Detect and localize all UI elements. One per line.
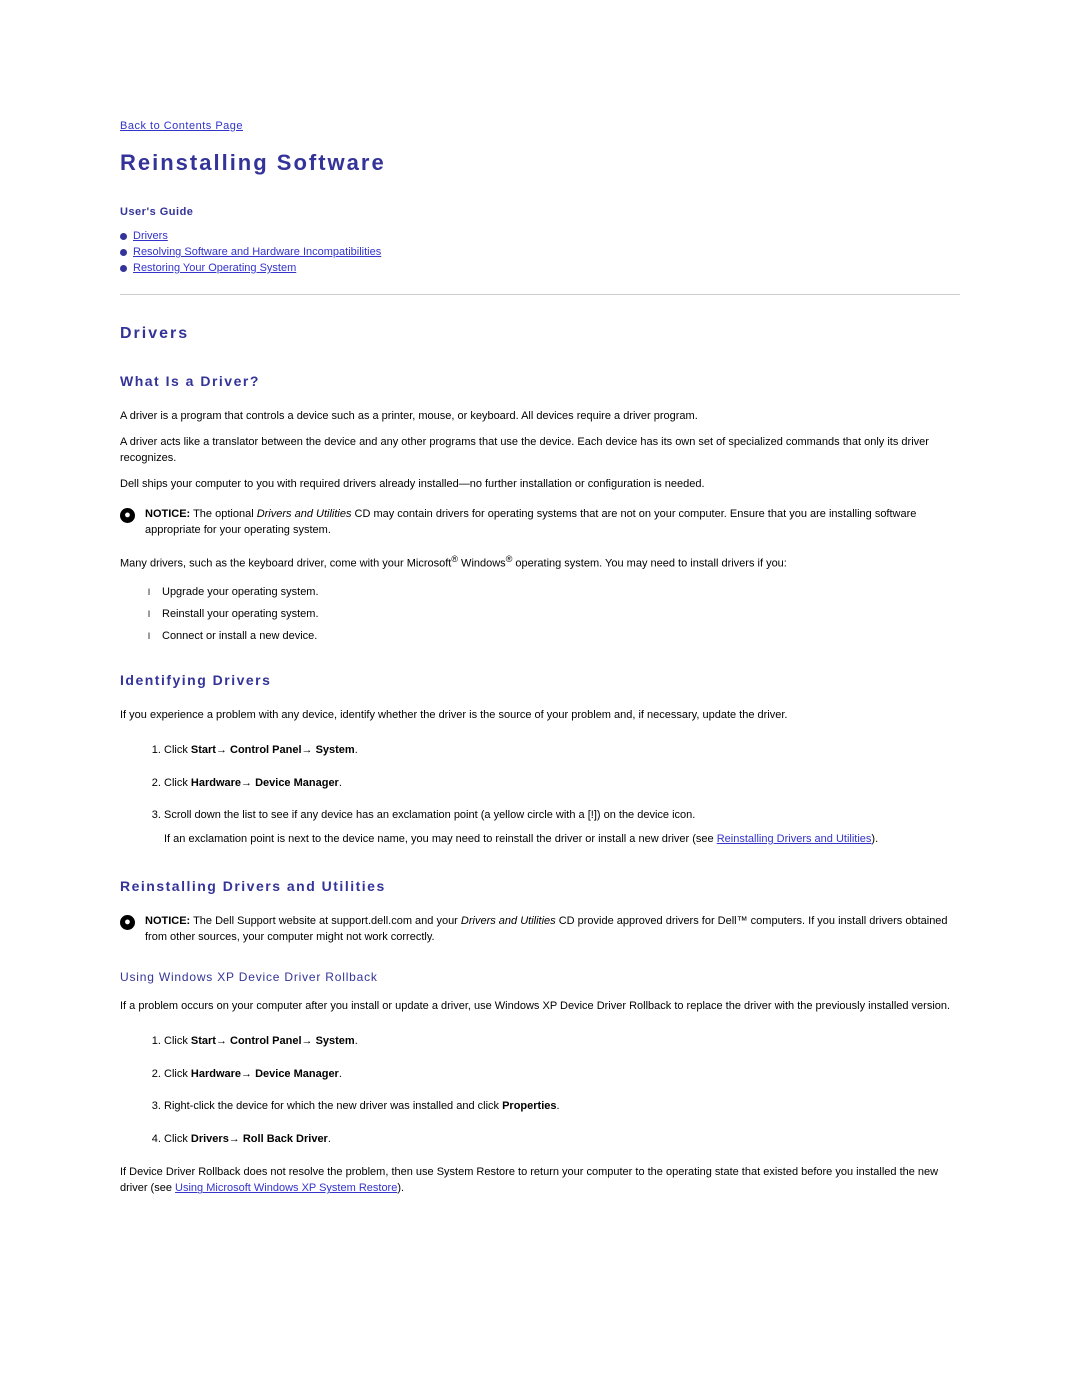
paragraph: A driver is a program that controls a de…	[120, 409, 960, 425]
subsubsection-rollback: Using Windows XP Device Driver Rollback	[120, 970, 960, 984]
list-item: Connect or install a new device.	[148, 630, 960, 642]
step-text: If an exclamation point is next to the d…	[164, 833, 717, 845]
step-item: Click Hardware→ Device Manager.	[164, 1066, 960, 1083]
text-span: Windows	[458, 557, 506, 569]
back-link[interactable]: Back to Contents Page	[120, 120, 243, 132]
step-bold: Start→ Control Panel→ System	[191, 744, 355, 756]
toc-item-incompat: Resolving Software and Hardware Incompat…	[120, 246, 960, 258]
step-text: Scroll down the list to see if any devic…	[164, 809, 695, 821]
step-bold: Properties	[502, 1100, 556, 1112]
step-text: Click	[164, 744, 191, 756]
step-text: Click	[164, 1035, 191, 1047]
step-bold: Start→ Control Panel→ System	[191, 1035, 355, 1047]
paragraph: A driver acts like a translator between …	[120, 435, 960, 467]
step-item: Click Start→ Control Panel→ System.	[164, 742, 960, 759]
notice-italic: Drivers and Utilities	[461, 915, 556, 927]
notice-icon: ●	[120, 508, 135, 523]
bullet-icon	[120, 233, 127, 240]
step-text: Click	[164, 777, 191, 789]
notice-block: ● NOTICE: The optional Drivers and Utili…	[120, 507, 960, 539]
bullet-icon	[120, 249, 127, 256]
notice-block: ● NOTICE: The Dell Support website at su…	[120, 914, 960, 946]
step-text: Click	[164, 1068, 191, 1080]
notice-text: NOTICE: The optional Drivers and Utiliti…	[145, 507, 960, 539]
step-text: .	[339, 1068, 342, 1080]
step-text: .	[339, 777, 342, 789]
step-item: Right-click the device for which the new…	[164, 1098, 960, 1115]
text-span: ).	[397, 1182, 404, 1194]
text-span: operating system. You may need to instal…	[512, 557, 787, 569]
guide-label: User's Guide	[120, 206, 960, 218]
notice-text: NOTICE: The Dell Support website at supp…	[145, 914, 960, 946]
paragraph: If you experience a problem with any dev…	[120, 708, 960, 724]
bullet-list: Upgrade your operating system. Reinstall…	[148, 586, 960, 642]
notice-label: NOTICE:	[145, 915, 190, 927]
step-bold: Hardware→ Device Manager	[191, 1068, 339, 1080]
step-item: Click Hardware→ Device Manager.	[164, 775, 960, 792]
back-to-contents[interactable]: Back to Contents Page	[120, 120, 960, 132]
paragraph: If a problem occurs on your computer aft…	[120, 999, 960, 1015]
link-reinstalling-drivers[interactable]: Reinstalling Drivers and Utilities	[717, 833, 872, 845]
paragraph: Many drivers, such as the keyboard drive…	[120, 553, 960, 573]
notice-label: NOTICE:	[145, 508, 190, 520]
step-text: .	[355, 1035, 358, 1047]
page-title: Reinstalling Software	[120, 150, 960, 176]
section-drivers-heading: Drivers	[120, 325, 960, 343]
toc-link-drivers[interactable]: Drivers	[133, 230, 168, 242]
list-item: Reinstall your operating system.	[148, 608, 960, 620]
notice-icon: ●	[120, 915, 135, 930]
notice-span: The optional	[190, 508, 256, 520]
step-sub-paragraph: If an exclamation point is next to the d…	[164, 832, 960, 848]
step-text: .	[355, 744, 358, 756]
toc-item-drivers: Drivers	[120, 230, 960, 242]
document-page: Back to Contents Page Reinstalling Softw…	[0, 0, 1080, 1247]
bullet-icon	[120, 265, 127, 272]
step-text: .	[557, 1100, 560, 1112]
subsection-identifying-drivers: Identifying Drivers	[120, 672, 960, 688]
numbered-steps: Click Start→ Control Panel→ System. Clic…	[140, 742, 960, 847]
step-text: ).	[871, 833, 878, 845]
table-of-contents: Drivers Resolving Software and Hardware …	[120, 230, 960, 274]
text-span: Many drivers, such as the keyboard drive…	[120, 557, 451, 569]
step-text: .	[328, 1133, 331, 1145]
registered-mark: ®	[451, 554, 458, 564]
step-text: Right-click the device for which the new…	[164, 1100, 502, 1112]
paragraph: Dell ships your computer to you with req…	[120, 477, 960, 493]
step-item: Scroll down the list to see if any devic…	[164, 807, 960, 847]
step-text: Click	[164, 1133, 191, 1145]
list-item: Upgrade your operating system.	[148, 586, 960, 598]
notice-italic: Drivers and Utilities	[257, 508, 352, 520]
step-bold: Hardware→ Device Manager	[191, 777, 339, 789]
numbered-steps: Click Start→ Control Panel→ System. Clic…	[140, 1033, 960, 1147]
link-system-restore[interactable]: Using Microsoft Windows XP System Restor…	[175, 1182, 397, 1194]
toc-link-restore[interactable]: Restoring Your Operating System	[133, 262, 296, 274]
step-item: Click Drivers→ Roll Back Driver.	[164, 1131, 960, 1148]
subsection-what-is-driver: What Is a Driver?	[120, 373, 960, 389]
step-bold: Drivers→ Roll Back Driver	[191, 1133, 328, 1145]
notice-span: The Dell Support website at support.dell…	[190, 915, 461, 927]
step-item: Click Start→ Control Panel→ System.	[164, 1033, 960, 1050]
divider	[120, 294, 960, 295]
subsection-reinstalling-drivers: Reinstalling Drivers and Utilities	[120, 878, 960, 894]
paragraph: If Device Driver Rollback does not resol…	[120, 1165, 960, 1197]
toc-item-restore: Restoring Your Operating System	[120, 262, 960, 274]
toc-link-incompat[interactable]: Resolving Software and Hardware Incompat…	[133, 246, 381, 258]
